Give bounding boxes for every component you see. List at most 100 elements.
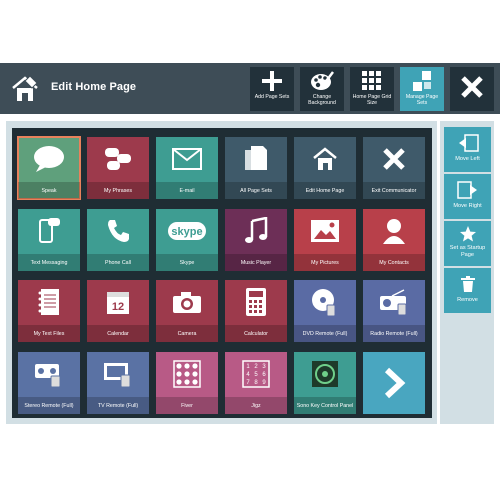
tile-edit-home-page[interactable]: Edit Home Page [294, 137, 356, 199]
jigz-icon: 123 456 789 [225, 352, 287, 396]
close-icon [460, 75, 484, 104]
skype-icon: skype [156, 209, 218, 253]
music-note-icon [225, 209, 287, 253]
svg-text:8: 8 [254, 380, 258, 386]
tile-stereo-remote[interactable]: Stereo Remote (Full) [18, 352, 80, 414]
svg-text:7: 7 [246, 380, 250, 386]
tile-label: Sono Key Control Panel [294, 397, 356, 414]
svg-text:4: 4 [246, 372, 250, 378]
svg-text:12: 12 [112, 301, 124, 313]
home-edit-app-icon [10, 74, 40, 104]
tile-calculator[interactable]: Calculator [225, 280, 287, 342]
star-icon [457, 224, 479, 244]
trash-icon [457, 274, 479, 294]
manage-page-sets-button[interactable]: Manage Page Sets [400, 67, 444, 111]
pages-icon [225, 137, 287, 181]
move-right-button[interactable]: Move Right [444, 174, 491, 219]
tile-label: DVD Remote (Full) [294, 325, 356, 342]
tile-label: Calculator [225, 325, 287, 342]
dvd-icon [294, 280, 356, 324]
plus-icon [259, 70, 285, 92]
phone-message-icon [18, 209, 80, 253]
home-edit-icon [294, 137, 356, 181]
move-right-label: Move Right [453, 203, 482, 209]
move-left-button[interactable]: Move Left [444, 127, 491, 172]
manage-page-sets-label: Manage Page Sets [405, 94, 439, 106]
tile-my-pictures[interactable]: My Pictures [294, 209, 356, 271]
notebook-icon [18, 280, 80, 324]
page-title: Edit Home Page [51, 81, 137, 93]
tile-my-contacts[interactable]: My Contacts [363, 209, 425, 271]
tile-label: Radio Remote (Full) [363, 325, 425, 342]
tile-music-player[interactable]: Music Player [225, 209, 287, 271]
tile-label: Speak [18, 182, 80, 199]
remove-label: Remove [457, 297, 478, 303]
tile-radio-remote[interactable]: Radio Remote (Full) [363, 280, 425, 342]
tile-camera[interactable]: Camera [156, 280, 218, 342]
tile-label: Exit Communicator [363, 182, 425, 199]
camera-icon [156, 280, 218, 324]
palette-icon [309, 70, 335, 92]
tile-label: Text Messaging [18, 254, 80, 271]
tile-sono-key-control-panel[interactable]: Sono Key Control Panel [294, 352, 356, 414]
svg-text:9: 9 [262, 380, 266, 386]
tile-label: All Page Sets [225, 182, 287, 199]
tile-label: TV Remote (Full) [87, 397, 149, 414]
tile-dvd-remote[interactable]: DVD Remote (Full) [294, 280, 356, 342]
svg-text:2: 2 [254, 364, 258, 370]
tile-label: Edit Home Page [294, 182, 356, 199]
manage-icon [409, 70, 435, 92]
tile-email[interactable]: E-mail [156, 137, 218, 199]
fiver-icon [156, 352, 218, 396]
change-background-button[interactable]: Change Background [300, 67, 344, 111]
tile-label: My Contacts [363, 254, 425, 271]
tile-label: Calendar [87, 325, 149, 342]
move-left-label: Move Left [455, 156, 480, 162]
tile-fiver[interactable]: Fiver [156, 352, 218, 414]
add-page-sets-button[interactable]: Add Page Sets [250, 67, 294, 111]
stereo-icon [18, 352, 80, 396]
move-right-icon [456, 180, 479, 200]
radio-icon [363, 280, 425, 324]
tile-label: Skype [156, 254, 218, 271]
tile-my-phrases[interactable]: My Phrases [87, 137, 149, 199]
chevron-right-icon [363, 352, 425, 414]
tile-my-text-files[interactable]: My Text Files [18, 280, 80, 342]
tile-text-messaging[interactable]: Text Messaging [18, 209, 80, 271]
set-as-startup-page-button[interactable]: Set as Startup Page [444, 221, 491, 266]
phone-icon [87, 209, 149, 253]
change-background-label: Change Background [308, 94, 336, 106]
add-page-sets-label: Add Page Sets [254, 94, 290, 100]
x-icon [363, 137, 425, 181]
tile-label: Music Player [225, 254, 287, 271]
tile-jigz[interactable]: 123 456 789 Jigz [225, 352, 287, 414]
close-button[interactable] [450, 67, 494, 111]
grid-size-label: Home Page Grid Size [352, 94, 392, 106]
calendar-icon: 12 [87, 280, 149, 324]
tile-label: My Text Files [18, 325, 80, 342]
set-as-startup-page-label: Set as Startup Page [449, 245, 486, 258]
tile-skype[interactable]: skype Skype [156, 209, 218, 271]
svg-text:5: 5 [254, 372, 258, 378]
tile-tv-remote[interactable]: TV Remote (Full) [87, 352, 149, 414]
svg-text:1: 1 [246, 364, 250, 370]
tile-label: Camera [156, 325, 218, 342]
remove-button[interactable]: Remove [444, 268, 491, 313]
next-page-button[interactable] [363, 352, 425, 414]
tile-calendar[interactable]: 12 Calendar [87, 280, 149, 342]
calculator-icon [225, 280, 287, 324]
tile-label: My Phrases [87, 182, 149, 199]
sono-icon [294, 352, 356, 396]
grid-size-button[interactable]: Home Page Grid Size [350, 67, 394, 111]
contact-icon [363, 209, 425, 253]
tile-phone-call[interactable]: Phone Call [87, 209, 149, 271]
move-left-icon [457, 133, 479, 153]
tile-label: Jigz [225, 397, 287, 414]
svg-text:3: 3 [262, 364, 266, 370]
tile-speak[interactable]: Speak [17, 136, 81, 200]
tile-label: E-mail [156, 182, 218, 199]
envelope-icon [156, 137, 218, 181]
title-bar: Edit Home Page Add Page Sets Change Back… [0, 63, 500, 114]
tile-all-page-sets[interactable]: All Page Sets [225, 137, 287, 199]
tile-exit-communicator[interactable]: Exit Communicator [363, 137, 425, 199]
